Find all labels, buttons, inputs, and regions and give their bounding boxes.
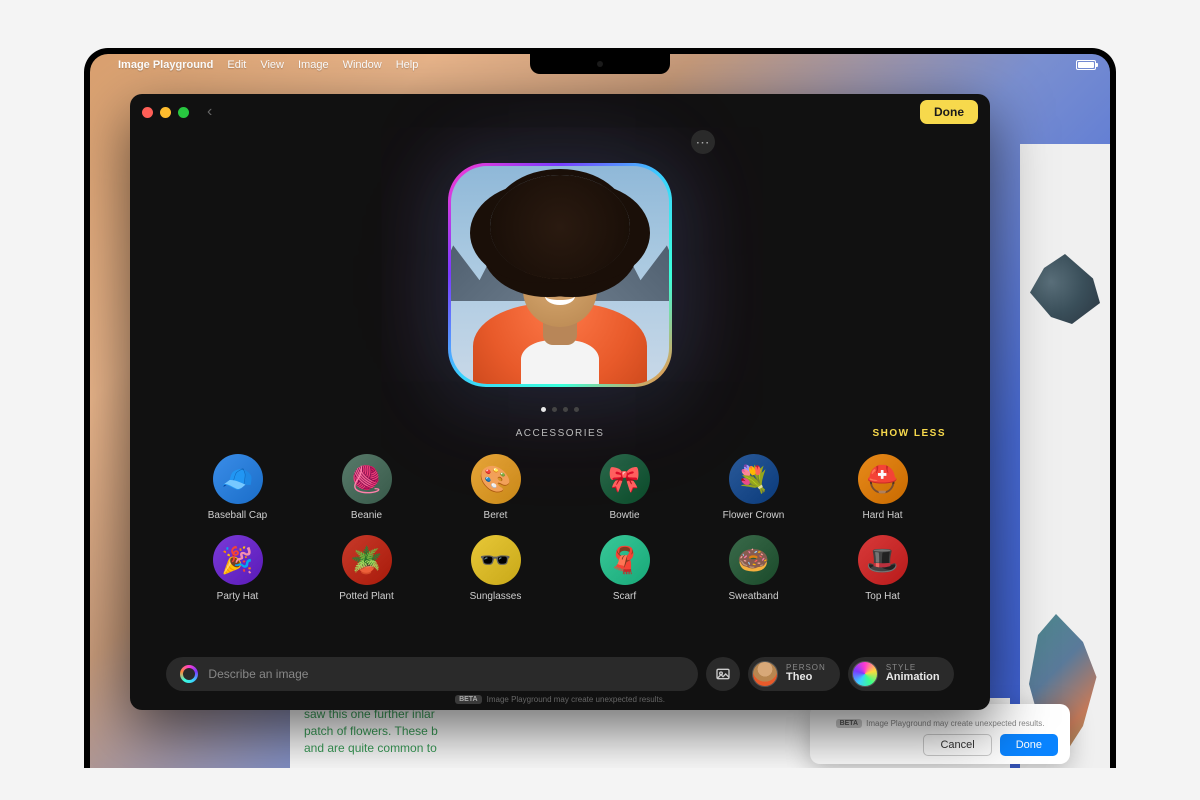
accessory-label: Top Hat xyxy=(865,591,899,602)
insert-photo-button[interactable] xyxy=(706,657,740,691)
section-title: ACCESSORIES xyxy=(516,428,605,439)
tophat-icon: 🎩 xyxy=(858,535,908,585)
pager-dot[interactable] xyxy=(574,407,579,412)
preview-pager[interactable] xyxy=(541,407,579,412)
person-avatar-icon xyxy=(752,661,778,687)
accessory-tile-tophat[interactable]: 🎩 Top Hat xyxy=(823,535,942,602)
pager-dot[interactable] xyxy=(541,407,546,412)
accessory-tile-hardhat[interactable]: ⛑️ Hard Hat xyxy=(823,454,942,521)
sparkle-icon xyxy=(180,665,198,683)
back-button[interactable]: ‹ xyxy=(207,103,212,121)
accessory-tile-sweatband[interactable]: 🍩 Sweatband xyxy=(694,535,813,602)
scarf-icon: 🧣 xyxy=(600,535,650,585)
accessory-tile-scarf[interactable]: 🧣 Scarf xyxy=(565,535,684,602)
accessory-label: Sweatband xyxy=(728,591,778,602)
show-less-button[interactable]: SHOW LESS xyxy=(872,428,946,439)
menu-image[interactable]: Image xyxy=(298,59,329,71)
person-chip[interactable]: PERSON Theo xyxy=(748,657,840,691)
pager-dot[interactable] xyxy=(563,407,568,412)
sweatband-icon: 🍩 xyxy=(729,535,779,585)
accessory-label: Hard Hat xyxy=(862,510,902,521)
maximize-window-button[interactable] xyxy=(178,107,189,118)
bottom-toolbar: Describe an image PERSON Theo xyxy=(130,647,990,710)
dialog-cancel-button[interactable]: Cancel xyxy=(923,734,991,756)
accessory-tile-baseballcap[interactable]: 🧢 Baseball Cap xyxy=(178,454,297,521)
flowercrown-icon: 💐 xyxy=(729,454,779,504)
accessory-tile-pottedplant[interactable]: 🪴 Potted Plant xyxy=(307,535,426,602)
accessory-label: Scarf xyxy=(613,591,636,602)
style-swatch-icon xyxy=(852,661,878,687)
accessories-grid: 🧢 Baseball Cap 🧶 Beanie 🎨 Beret 🎀 Bowtie 💐 Flower… xyxy=(130,446,990,610)
accessory-tile-beret[interactable]: 🎨 Beret xyxy=(436,454,555,521)
prompt-input[interactable]: Describe an image xyxy=(166,657,698,691)
image-playground-window: ‹ Done xyxy=(130,94,990,710)
beanie-icon: 🧶 xyxy=(342,454,392,504)
beta-badge: BETA xyxy=(455,695,482,704)
style-chip-value: Animation xyxy=(886,672,940,684)
done-button[interactable]: Done xyxy=(920,100,978,124)
menubar-app-name[interactable]: Image Playground xyxy=(118,59,213,71)
accessory-tile-sunglasses[interactable]: 🕶️ Sunglasses xyxy=(436,535,555,602)
accessory-label: Baseball Cap xyxy=(208,510,267,521)
preview-more-button[interactable]: ⋯ xyxy=(691,130,715,154)
bird-illustration-icon xyxy=(1030,254,1100,324)
pottedplant-icon: 🪴 xyxy=(342,535,392,585)
generated-image-preview[interactable] xyxy=(451,166,669,384)
accessory-tile-beanie[interactable]: 🧶 Beanie xyxy=(307,454,426,521)
battery-icon[interactable] xyxy=(1076,60,1096,70)
bowtie-icon: 🎀 xyxy=(600,454,650,504)
accessory-tile-bowtie[interactable]: 🎀 Bowtie xyxy=(565,454,684,521)
display-notch xyxy=(530,54,670,74)
menu-help[interactable]: Help xyxy=(396,59,419,71)
accessory-label: Beret xyxy=(484,510,508,521)
menu-window[interactable]: Window xyxy=(343,59,382,71)
prompt-placeholder: Describe an image xyxy=(208,667,308,681)
dialog-done-button[interactable]: Done xyxy=(1000,734,1058,756)
background-save-dialog: BETA Image Playground may create unexpec… xyxy=(810,704,1070,764)
hardhat-icon: ⛑️ xyxy=(858,454,908,504)
style-chip[interactable]: STYLE Animation xyxy=(848,657,954,691)
desktop-screen: Image Playground Edit View Image Window … xyxy=(90,54,1110,768)
accessory-label: Sunglasses xyxy=(470,591,522,602)
baseballcap-icon: 🧢 xyxy=(213,454,263,504)
window-titlebar: ‹ Done xyxy=(130,94,990,130)
accessory-label: Beanie xyxy=(351,510,382,521)
accessories-section-header: ACCESSORIES SHOW LESS xyxy=(130,420,990,446)
menu-view[interactable]: View xyxy=(260,59,284,71)
beta-badge: BETA xyxy=(836,719,863,728)
disclaimer-text: Image Playground may create unexpected r… xyxy=(487,695,665,704)
accessory-label: Bowtie xyxy=(609,510,639,521)
minimize-window-button[interactable] xyxy=(160,107,171,118)
accessory-label: Party Hat xyxy=(217,591,259,602)
pager-dot[interactable] xyxy=(552,407,557,412)
close-window-button[interactable] xyxy=(142,107,153,118)
menu-edit[interactable]: Edit xyxy=(227,59,246,71)
background-bird-window xyxy=(1020,144,1110,768)
preview-area: ⋯ xyxy=(130,130,990,420)
partyhat-icon: 🎉 xyxy=(213,535,263,585)
dialog-disclaimer-text: Image Playground may create unexpected r… xyxy=(866,719,1044,728)
laptop-frame: Image Playground Edit View Image Window … xyxy=(84,48,1116,768)
accessory-label: Potted Plant xyxy=(339,591,393,602)
accessory-tile-flowercrown[interactable]: 💐 Flower Crown xyxy=(694,454,813,521)
sunglasses-icon: 🕶️ xyxy=(471,535,521,585)
beret-icon: 🎨 xyxy=(471,454,521,504)
accessory-label: Flower Crown xyxy=(723,510,785,521)
person-chip-value: Theo xyxy=(786,672,826,684)
traffic-lights xyxy=(142,107,189,118)
accessory-tile-partyhat[interactable]: 🎉 Party Hat xyxy=(178,535,297,602)
